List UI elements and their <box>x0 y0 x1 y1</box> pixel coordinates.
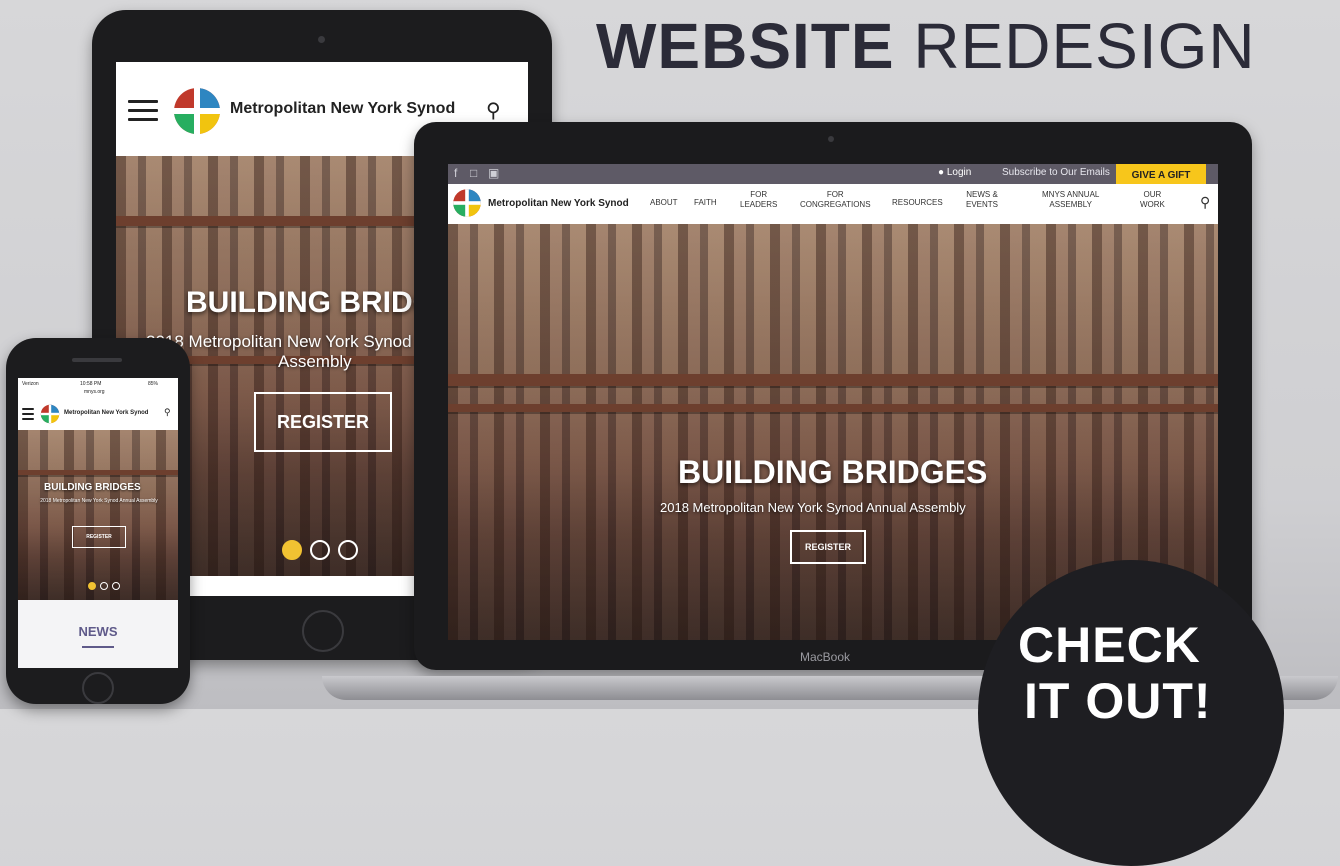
nav-item-about[interactable]: ABOUT <box>650 198 678 208</box>
search-icon[interactable]: ⚲ <box>486 98 501 123</box>
carousel-dot[interactable] <box>338 540 358 560</box>
login-link[interactable]: ● Login <box>938 167 971 178</box>
nav-item-for-congregations[interactable]: FOR CONGREGATIONS <box>800 190 871 210</box>
register-button[interactable]: REGISTER <box>72 526 126 548</box>
synod-logo-icon <box>40 404 60 424</box>
instagram-icon[interactable]: ▣ <box>488 166 499 180</box>
headline-bold: WEBSITE <box>596 10 895 82</box>
utility-bar: f □ ▣ ● Login Subscribe to Our Emails GI… <box>448 164 1218 188</box>
nav-item-our-work[interactable]: OUR WORK <box>1140 190 1165 210</box>
hero-subtitle-line2: Assembly <box>278 352 352 371</box>
phone-speaker <box>72 358 122 362</box>
main-nav: Metropolitan New York Synod ABOUT FAITH … <box>448 184 1218 224</box>
nav-item-resources[interactable]: RESOURCES <box>892 198 943 208</box>
nav-item-news-events[interactable]: NEWS & EVENTS <box>966 190 998 210</box>
carousel-dot[interactable] <box>100 582 108 590</box>
headline-light: REDESIGN <box>913 10 1256 82</box>
synod-logo-icon <box>174 88 220 134</box>
hamburger-menu-icon[interactable] <box>128 100 158 122</box>
facebook-icon[interactable]: f <box>454 166 457 180</box>
news-section: NEWS <box>18 600 178 668</box>
check-it-out-badge[interactable]: CHECK IT OUT! <box>978 560 1284 866</box>
news-underline <box>82 646 114 648</box>
hero-subtitle: 2018 Metropolitan New York Synod <box>146 332 412 351</box>
register-button[interactable]: REGISTER <box>790 530 866 564</box>
phone-home-button <box>82 672 114 704</box>
tablet-camera <box>318 36 325 43</box>
carrier-label: Verizon <box>22 381 39 387</box>
hero-banner: BUILDING BRIDGES 2018 Metropolitan New Y… <box>18 430 178 600</box>
synod-logo-icon <box>453 189 481 217</box>
clock-label: 10:58 PM <box>80 381 102 387</box>
nav-item-faith[interactable]: FAITH <box>694 198 717 208</box>
site-title[interactable]: Metropolitan New York Synod <box>488 198 629 209</box>
register-button[interactable]: REGISTER <box>254 392 392 452</box>
nav-item-for-leaders[interactable]: FOR LEADERS <box>740 190 777 210</box>
carousel-dots <box>88 582 120 590</box>
search-icon[interactable]: ⚲ <box>1200 194 1210 211</box>
status-bar: Verizon 10:58 PM 85% mnys.org <box>18 378 178 398</box>
hero-title: BUILDING BRIDGES <box>678 454 988 490</box>
news-heading[interactable]: NEWS <box>18 624 178 639</box>
carousel-dot[interactable] <box>310 540 330 560</box>
phone-device: Verizon 10:58 PM 85% mnys.org Metropolit… <box>6 338 190 704</box>
carousel-dot-active[interactable] <box>88 582 96 590</box>
nav-item-annual-assembly[interactable]: MNYS ANNUAL ASSEMBLY <box>1042 190 1099 210</box>
page-headline: WEBSITE REDESIGN <box>596 6 1256 86</box>
badge-line-2: IT OUT! <box>1024 673 1212 729</box>
carousel-dot[interactable] <box>112 582 120 590</box>
search-icon[interactable]: ⚲ <box>164 407 171 418</box>
hero-title: BUILDING BRIDGES <box>44 482 141 493</box>
tablet-home-button <box>302 610 344 652</box>
subscribe-link[interactable]: Subscribe to Our Emails <box>1002 167 1110 178</box>
carousel-dots <box>282 540 358 560</box>
hero-subtitle: 2018 Metropolitan New York Synod Annual … <box>660 500 966 515</box>
laptop-camera <box>828 136 834 142</box>
carousel-dot-active[interactable] <box>282 540 302 560</box>
phone-header: Metropolitan New York Synod ⚲ <box>18 398 178 431</box>
badge-line-1: CHECK <box>1018 617 1201 673</box>
laptop-brand-label: MacBook <box>800 650 851 664</box>
phone-screen: Verizon 10:58 PM 85% mnys.org Metropolit… <box>18 378 178 668</box>
site-title[interactable]: Metropolitan New York Synod <box>64 410 148 416</box>
hamburger-menu-icon[interactable] <box>22 408 34 423</box>
battery-label: 85% <box>148 381 159 387</box>
site-title[interactable]: Metropolitan New York Synod <box>230 100 455 118</box>
hero-subtitle: 2018 Metropolitan New York Synod Annual … <box>40 498 158 504</box>
url-label[interactable]: mnys.org <box>84 389 105 395</box>
twitter-icon[interactable]: □ <box>470 166 477 180</box>
